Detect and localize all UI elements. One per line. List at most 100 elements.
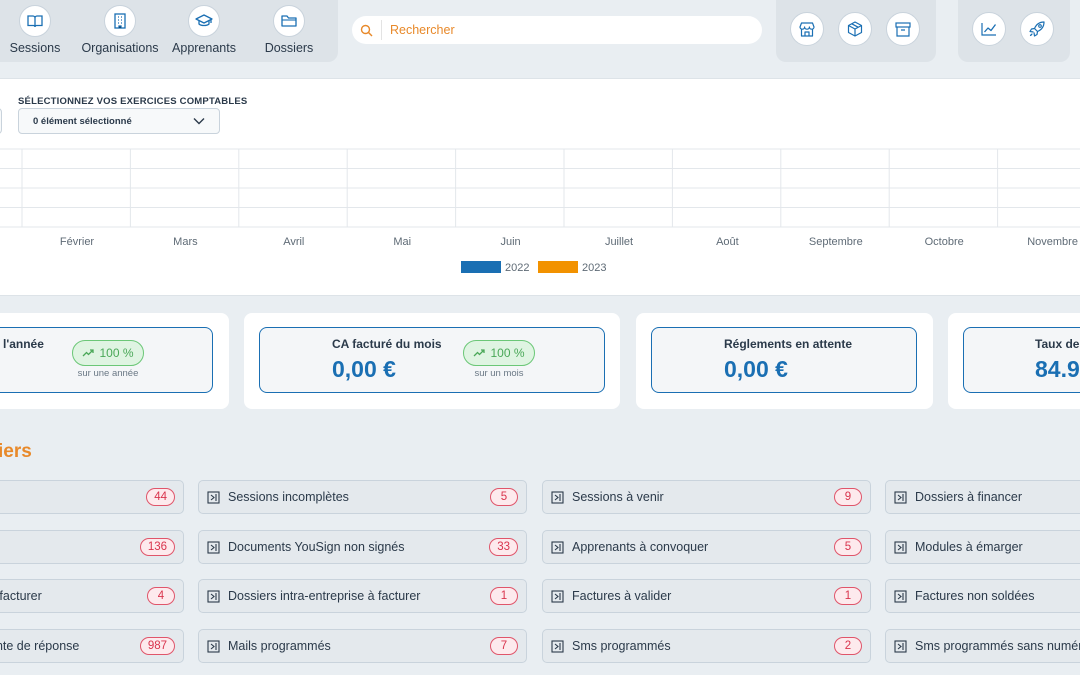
chart-x-tick-label: Avril xyxy=(283,236,304,248)
rocket-icon xyxy=(1029,21,1045,37)
dossier-tile-label: Sessions à venir xyxy=(572,490,664,504)
dossier-tile-count: 7 xyxy=(490,637,518,655)
dossier-tile[interactable]: Sessions à venir 9 xyxy=(542,480,871,514)
kpi-badge-text: 100 % xyxy=(99,346,134,360)
folder-icon xyxy=(273,5,305,37)
chart-x-tick-label: Mai xyxy=(393,236,411,248)
dossier-tile[interactable]: Dossiers intra-entreprise à facturer 1 xyxy=(198,579,527,613)
dossier-tile-label: Dossiers à financer xyxy=(915,490,1022,504)
box-icon xyxy=(847,21,863,37)
dossier-tile-count: 5 xyxy=(490,488,518,506)
dossier-tile-count: 1 xyxy=(834,587,862,605)
dossier-tile[interactable]: Sessions incomplètes 5 xyxy=(198,480,527,514)
chart-x-tick-label: Août xyxy=(716,236,739,248)
chart-legend-label: 2023 xyxy=(582,262,606,274)
kpi-box: CA facturé du mois 0,00 € 100 % sur un m… xyxy=(259,327,605,393)
revenue-chart-panel: SÉLECTIONNEZ VOS EXERCICES COMPTABLES 0 … xyxy=(0,78,1080,296)
dossier-tile-count: 33 xyxy=(489,538,518,556)
dossier-tile[interactable]: Modules à émarger xyxy=(885,530,1080,564)
nav-label: Sessions xyxy=(9,41,61,55)
search-icon xyxy=(352,20,382,40)
nav-item-apprenants[interactable]: Apprenants xyxy=(162,5,246,55)
dossier-tile[interactable]: Sms programmés 2 xyxy=(542,629,871,663)
search-bar[interactable] xyxy=(352,16,762,44)
book-icon xyxy=(19,5,51,37)
kpi-label: Réglements en attente xyxy=(724,337,853,351)
nav-item-sessions[interactable]: Sessions xyxy=(0,5,77,55)
dossier-tile[interactable]: Factures à valider 1 xyxy=(542,579,871,613)
open-link-icon xyxy=(894,541,907,554)
open-link-icon xyxy=(207,590,220,603)
open-link-icon xyxy=(551,640,564,653)
rocket-button[interactable] xyxy=(1020,12,1054,46)
nav-item-organisations[interactable]: Organisations xyxy=(78,5,162,55)
dossier-tile[interactable]: Sms programmés sans numéro xyxy=(885,629,1080,663)
dossier-tile-label: Sms programmés sans numéro xyxy=(915,639,1080,653)
top-navigation: Sessions Organisations Apprenants Dossie… xyxy=(0,0,1080,78)
trending-up-icon xyxy=(83,349,95,357)
dossier-tile[interactable]: ente de réponse 987 xyxy=(0,629,184,663)
chart-x-tick-label: Septembre xyxy=(809,236,863,248)
archive-icon xyxy=(895,21,911,37)
dossier-tile-label: à facturer xyxy=(0,589,42,603)
dossier-tile-label: Factures non soldées xyxy=(915,589,1035,603)
dossier-tile[interactable]: Mails programmés 7 xyxy=(198,629,527,663)
open-link-icon xyxy=(207,541,220,554)
store-button[interactable] xyxy=(790,12,824,46)
dossier-tile-count: 1 xyxy=(490,587,518,605)
chart-x-tick-label: Mars xyxy=(173,236,198,248)
nav-item-dossiers[interactable]: Dossiers xyxy=(247,5,331,55)
kpi-box: Taux de s 84.9 xyxy=(963,327,1080,393)
dossier-tile-count: 136 xyxy=(139,538,175,556)
dossier-tile-count: 44 xyxy=(146,488,175,506)
dossier-tile[interactable]: 44 xyxy=(0,480,184,514)
kpi-card-rate: Taux de s 84.9 xyxy=(948,313,1080,409)
tool-group-2 xyxy=(958,0,1070,62)
main-nav-group: Sessions Organisations Apprenants Dossie… xyxy=(0,0,338,62)
search-input[interactable] xyxy=(382,23,742,37)
archive-button[interactable] xyxy=(886,12,920,46)
open-link-icon xyxy=(894,640,907,653)
dossier-tile[interactable]: Apprenants à convoquer 5 xyxy=(542,530,871,564)
chart-x-tick-label: Juillet xyxy=(605,236,633,248)
statistics-button[interactable] xyxy=(972,12,1006,46)
fiscal-year-select-label: SÉLECTIONNEZ VOS EXERCICES COMPTABLES xyxy=(18,96,248,107)
previous-select[interactable] xyxy=(0,108,2,134)
trending-up-icon xyxy=(474,349,486,357)
dossier-tile[interactable]: Factures non soldées xyxy=(885,579,1080,613)
kpi-badge: 100 % xyxy=(72,340,144,366)
box-button[interactable] xyxy=(838,12,872,46)
dossier-tile[interactable]: à facturer 4 xyxy=(0,579,184,613)
kpi-badge: 100 % xyxy=(463,340,535,366)
chart-legend-swatch xyxy=(461,261,501,273)
dossier-tile[interactable]: 136 xyxy=(0,530,184,564)
kpi-label: CA facturé du mois xyxy=(332,337,442,351)
open-link-icon xyxy=(894,590,907,603)
fiscal-year-select[interactable]: 0 élément sélectionné xyxy=(18,108,220,134)
dossier-tile-count: 2 xyxy=(834,637,862,655)
tool-group-1 xyxy=(776,0,936,62)
open-link-icon xyxy=(207,640,220,653)
kpi-box: l'année 100 % sur une année xyxy=(0,327,213,393)
chart-x-tick-label: Novembre xyxy=(1027,236,1078,248)
kpi-card-month: CA facturé du mois 0,00 € 100 % sur un m… xyxy=(244,313,620,409)
chart-x-tick-label: Octobre xyxy=(925,236,964,248)
chart-legend-label: 2022 xyxy=(505,262,529,274)
graduation-cap-icon xyxy=(188,5,220,37)
dossier-tile-label: Modules à émarger xyxy=(915,540,1023,554)
dossier-tile-label: Sms programmés xyxy=(572,639,671,653)
kpi-box: Réglements en attente 0,00 € xyxy=(651,327,917,393)
dossier-tile-label: Apprenants à convoquer xyxy=(572,540,709,554)
kpi-card-year: l'année 100 % sur une année xyxy=(0,313,229,409)
dossier-tile[interactable]: Documents YouSign non signés 33 xyxy=(198,530,527,564)
chart-x-tick-label: Février xyxy=(60,236,95,248)
dossier-tile[interactable]: Dossiers à financer xyxy=(885,480,1080,514)
chart-x-tick-label: Juin xyxy=(501,236,521,248)
building-icon xyxy=(104,5,136,37)
dossier-tile-label: Factures à valider xyxy=(572,589,672,603)
fiscal-year-select-value: 0 élément sélectionné xyxy=(33,115,132,127)
dossier-tile-label: Dossiers intra-entreprise à facturer xyxy=(228,589,421,603)
nav-label: Organisations xyxy=(81,41,159,55)
open-link-icon xyxy=(551,541,564,554)
kpi-sub: sur une année xyxy=(77,368,139,379)
